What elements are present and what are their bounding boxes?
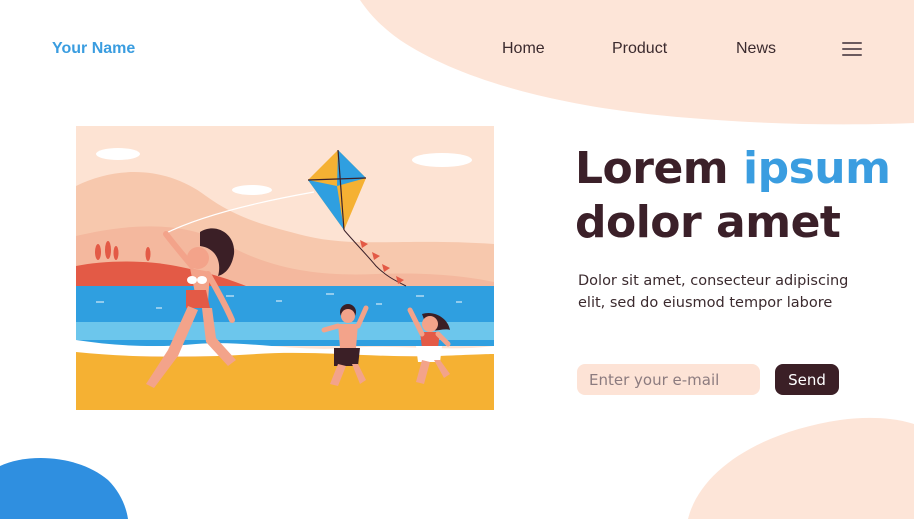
nav-home[interactable]: Home bbox=[502, 40, 545, 58]
headline-part1: Lorem bbox=[575, 143, 743, 194]
hero-illustration bbox=[76, 126, 494, 410]
hero-headline: Lorem ipsum dolor amet bbox=[575, 142, 891, 250]
nav-news[interactable]: News bbox=[736, 40, 776, 58]
hamburger-menu-icon[interactable] bbox=[842, 42, 862, 58]
send-button[interactable]: Send bbox=[775, 364, 839, 395]
brand-logo[interactable]: Your Name bbox=[52, 40, 135, 58]
nav-product[interactable]: Product bbox=[612, 40, 667, 58]
hero-subtext: Dolor sit amet, consecteur adipiscing el… bbox=[578, 273, 849, 311]
headline-line2: dolor amet bbox=[575, 197, 841, 248]
email-input[interactable] bbox=[577, 364, 760, 395]
headline-accent: ipsum bbox=[742, 143, 891, 194]
